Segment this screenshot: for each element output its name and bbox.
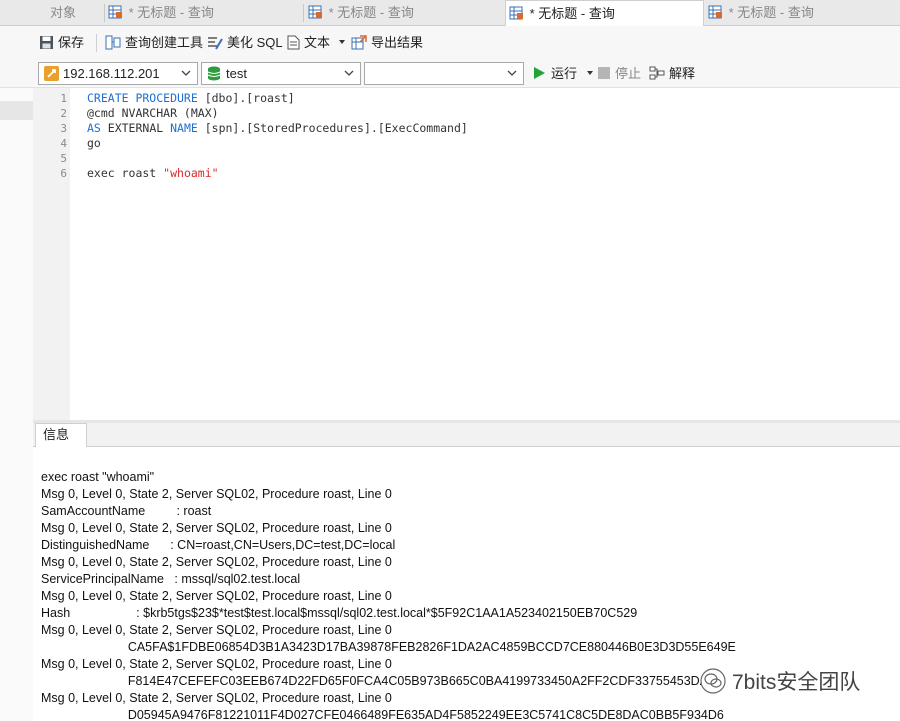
message-line: Msg 0, Level 0, State 2, Server SQL02, P… [41,691,392,705]
save-button[interactable]: 保存 [39,32,84,54]
explain-button[interactable]: 解释 [649,64,695,84]
server-select[interactable]: 192.168.112.201 [38,62,198,85]
caret-down-icon [338,40,345,44]
message-line: ServicePrincipalName : mssql/sql02.test.… [41,572,301,586]
export-results-button[interactable]: 导出结果 [351,32,423,54]
message-line: SamAccountName : roast [41,504,212,518]
tab-label: 对象 [50,5,77,20]
tab-query-2[interactable]: * 无标题 - 查询 [308,0,503,26]
message-line: D05945A9476F81221011F4D027CFE0466489FE63… [41,708,724,721]
keyword-token: CREATE PROCEDURE [87,91,198,105]
code-line: AS EXTERNAL NAME [spn].[StoredProcedures… [87,121,468,135]
tab-separator [303,4,304,22]
object-tree-selected-row[interactable] [0,101,33,120]
query-tab-bar: 对象 * 无标题 - 查询 * 无标题 - 查询 * 无标题 - 查询 * 无标… [0,0,900,27]
tab-query-4[interactable]: * 无标题 - 查询 [708,0,900,26]
line-number: 4 [60,137,67,150]
string-token: "whoami" [163,166,219,180]
database-value: test [226,66,247,81]
connection-bar: 192.168.112.201 test 运行 停止 解释 [0,59,900,88]
query-grid-icon [509,6,523,20]
toolbar-divider [96,34,97,52]
caret-down-icon [586,71,593,75]
tab-objects[interactable]: 对象 [50,0,110,26]
object-tree-strip [0,88,33,721]
database-select[interactable]: test [201,62,361,85]
message-line: F814E47CEFEFC03EEB674D22FD65F0FCA4C05B97… [41,674,709,688]
stop-button[interactable]: 停止 [598,64,641,84]
message-line: Hash : $krb5tgs$23$*test$test.local$mssq… [41,606,638,620]
code-token: exec roast [87,166,164,180]
tab-query-active[interactable]: * 无标题 - 查询 [505,0,704,27]
explain-icon [649,66,665,80]
message-line: Msg 0, Level 0, State 2, Server SQL02, P… [41,589,392,603]
text-doc-icon [287,35,300,50]
query-builder-icon [105,35,121,50]
message-line: DistinguishedName : CN=roast,CN=Users,DC… [41,538,396,552]
line-number: 2 [60,107,67,120]
schema-select[interactable] [364,62,524,85]
sql-editor[interactable]: 1 2 3 4 5 6 CREATE PROCEDURE [dbo].[roas… [33,88,900,420]
result-tab-bar: 信息 [33,423,900,448]
code-line: CREATE PROCEDURE [dbo].[roast] [87,91,295,105]
keyword-token: NAME [170,121,198,135]
chevron-down-icon [344,70,354,76]
play-icon [534,67,545,79]
code-token: [spn].[StoredProcedures].[ExecCommand] [197,121,468,135]
text-dropdown-button[interactable]: 文本 [287,32,346,54]
tab-label: * 无标题 - 查询 [328,5,414,20]
beautify-icon [208,37,223,50]
message-line: Msg 0, Level 0, State 2, Server SQL02, P… [41,487,392,501]
server-connection-icon [44,66,59,81]
text-label: 文本 [304,35,331,50]
code-token: [dbo].[roast] [197,91,295,105]
stop-label: 停止 [615,66,642,81]
query-builder-button[interactable]: 查询创建工具 [105,32,203,54]
message-line: CA5FA$1FDBE06854D3B1A3423D17BA39878FEB28… [41,640,736,654]
code-line: go [87,136,101,150]
line-number: 3 [60,122,67,135]
tab-separator [104,4,105,22]
code-line: @cmd NVARCHAR (MAX) [87,106,219,120]
server-value: 192.168.112.201 [63,66,160,81]
export-label: 导出结果 [371,35,424,50]
database-icon [207,66,221,81]
keyword-token: AS [87,121,101,135]
message-line: exec roast "whoami" [41,470,155,484]
query-grid-icon [708,5,722,19]
stop-icon [598,67,610,79]
watermark-text: 7bits安全团队 [732,671,861,694]
message-line: Msg 0, Level 0, State 2, Server SQL02, P… [41,657,392,671]
editor-toolbar: 保存 查询创建工具 美化 SQL 文本 导出结果 [0,26,900,59]
tab-query-1[interactable]: * 无标题 - 查询 [108,0,303,26]
tab-label: * 无标题 - 查询 [728,5,814,20]
chevron-down-icon [181,70,191,76]
export-icon [351,35,367,50]
query-grid-icon [108,5,122,19]
wechat-logo-icon [700,668,726,694]
query-builder-label: 查询创建工具 [125,35,204,50]
message-line: Msg 0, Level 0, State 2, Server SQL02, P… [41,555,392,569]
save-label: 保存 [58,35,85,50]
message-line: Msg 0, Level 0, State 2, Server SQL02, P… [41,623,392,637]
query-grid-icon [308,5,322,19]
line-number: 6 [60,167,67,180]
code-token: EXTERNAL [100,121,171,135]
tab-label: * 无标题 - 查询 [529,6,615,21]
beautify-sql-button[interactable]: 美化 SQL [207,32,283,54]
beautify-label: 美化 SQL [227,35,283,50]
save-icon [40,36,53,49]
code-line: exec roast "whoami" [87,166,219,180]
watermark: 7bits安全团队 [700,666,860,696]
explain-label: 解释 [669,66,696,81]
tab-label: * 无标题 - 查询 [128,5,214,20]
message-line: Msg 0, Level 0, State 2, Server SQL02, P… [41,521,392,535]
chevron-down-icon [507,70,517,76]
run-label: 运行 [551,66,578,81]
line-number: 5 [60,152,67,165]
line-number: 1 [60,92,67,105]
tab-messages[interactable]: 信息 [35,423,87,448]
run-button[interactable]: 运行 [533,64,594,84]
